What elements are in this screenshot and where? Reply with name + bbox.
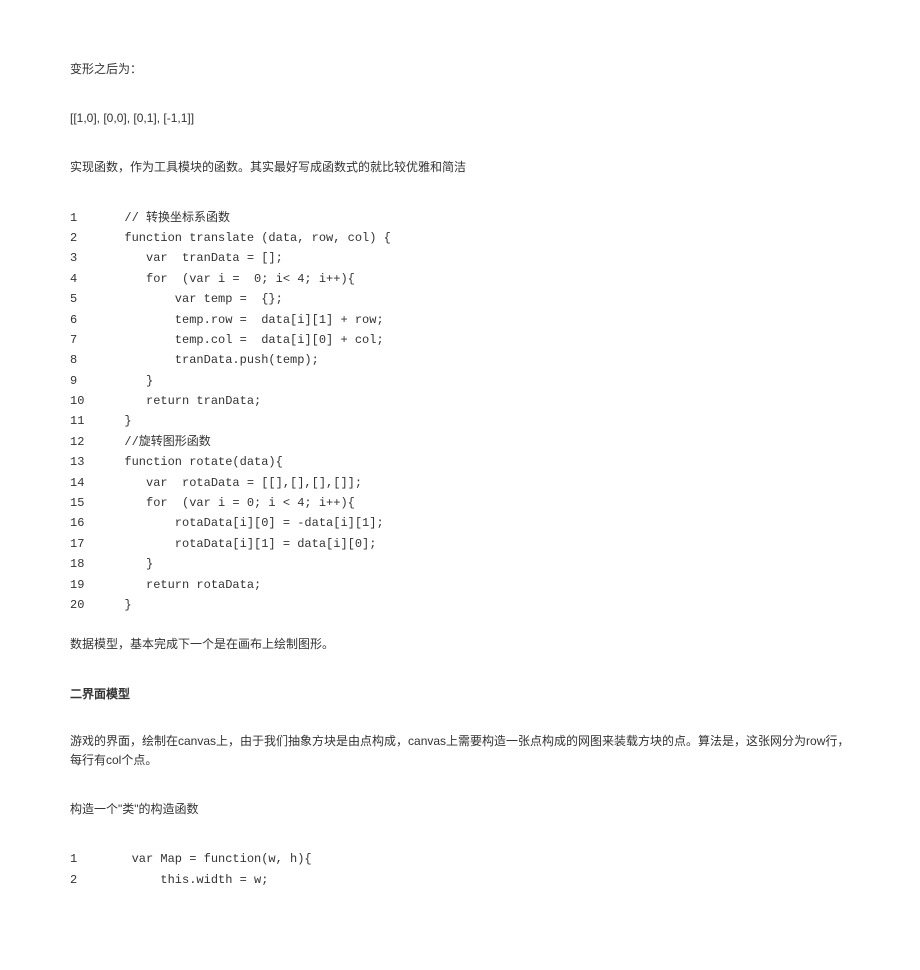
- line-number: 2: [70, 228, 110, 248]
- code-line: 19 return rotaData;: [70, 575, 850, 595]
- code-line: 8 tranData.push(temp);: [70, 350, 850, 370]
- code-line: 9 }: [70, 371, 850, 391]
- code-content: var Map = function(w, h){: [110, 849, 312, 869]
- code-line: 15 for (var i = 0; i < 4; i++){: [70, 493, 850, 513]
- code-content: tranData.push(temp);: [110, 350, 319, 370]
- line-number: 20: [70, 595, 110, 615]
- code-content: }: [110, 554, 153, 574]
- line-number: 12: [70, 432, 110, 452]
- code-content: function rotate(data){: [110, 452, 283, 472]
- code-line: 1 // 转换坐标系函数: [70, 208, 850, 228]
- code-content: //旋转图形函数: [110, 432, 211, 452]
- line-number: 2: [70, 870, 110, 890]
- line-number: 16: [70, 513, 110, 533]
- line-number: 10: [70, 391, 110, 411]
- line-number: 18: [70, 554, 110, 574]
- code-content: }: [110, 595, 132, 615]
- line-number: 3: [70, 248, 110, 268]
- code-content: for (var i = 0; i < 4; i++){: [110, 493, 355, 513]
- code-line: 18 }: [70, 554, 850, 574]
- code-line: 17 rotaData[i][1] = data[i][0];: [70, 534, 850, 554]
- line-number: 1: [70, 849, 110, 869]
- code-block-map: 1 var Map = function(w, h){2 this.width …: [70, 849, 850, 890]
- code-line: 1 var Map = function(w, h){: [70, 849, 850, 869]
- line-number: 13: [70, 452, 110, 472]
- code-line: 16 rotaData[i][0] = -data[i][1];: [70, 513, 850, 533]
- paragraph-array-value: [[1,0], [0,0], [0,1], [-1,1]]: [70, 109, 850, 128]
- code-content: for (var i = 0; i< 4; i++){: [110, 269, 355, 289]
- code-content: temp.col = data[i][0] + col;: [110, 330, 384, 350]
- code-line: 4 for (var i = 0; i< 4; i++){: [70, 269, 850, 289]
- line-number: 19: [70, 575, 110, 595]
- line-number: 1: [70, 208, 110, 228]
- code-line: 2 this.width = w;: [70, 870, 850, 890]
- line-number: 15: [70, 493, 110, 513]
- code-line: 7 temp.col = data[i][0] + col;: [70, 330, 850, 350]
- code-content: rotaData[i][0] = -data[i][1];: [110, 513, 384, 533]
- code-line: 2 function translate (data, row, col) {: [70, 228, 850, 248]
- paragraph-transform-after: 变形之后为：: [70, 60, 850, 79]
- line-number: 17: [70, 534, 110, 554]
- code-line: 3 var tranData = [];: [70, 248, 850, 268]
- code-line: 10 return tranData;: [70, 391, 850, 411]
- line-number: 4: [70, 269, 110, 289]
- code-line: 14 var rotaData = [[],[],[],[]];: [70, 473, 850, 493]
- code-content: var rotaData = [[],[],[],[]];: [110, 473, 362, 493]
- code-line: 11 }: [70, 411, 850, 431]
- code-content: return tranData;: [110, 391, 261, 411]
- paragraph-class-constructor: 构造一个"类"的构造函数: [70, 800, 850, 819]
- line-number: 11: [70, 411, 110, 431]
- code-content: return rotaData;: [110, 575, 261, 595]
- code-content: }: [110, 371, 153, 391]
- line-number: 6: [70, 310, 110, 330]
- line-number: 9: [70, 371, 110, 391]
- code-content: }: [110, 411, 132, 431]
- line-number: 5: [70, 289, 110, 309]
- line-number: 7: [70, 330, 110, 350]
- code-block-translate-rotate: 1 // 转换坐标系函数2 function translate (data, …: [70, 208, 850, 616]
- code-content: var temp = {};: [110, 289, 283, 309]
- code-content: var tranData = [];: [110, 248, 283, 268]
- paragraph-function-desc: 实现函数，作为工具模块的函数。其实最好写成函数式的就比较优雅和简洁: [70, 158, 850, 177]
- paragraph-canvas-desc: 游戏的界面，绘制在canvas上，由于我们抽象方块是由点构成，canvas上需要…: [70, 732, 850, 770]
- code-content: temp.row = data[i][1] + row;: [110, 310, 384, 330]
- code-line: 13 function rotate(data){: [70, 452, 850, 472]
- code-line: 12 //旋转图形函数: [70, 432, 850, 452]
- line-number: 8: [70, 350, 110, 370]
- code-line: 6 temp.row = data[i][1] + row;: [70, 310, 850, 330]
- code-content: this.width = w;: [110, 870, 268, 890]
- line-number: 14: [70, 473, 110, 493]
- section-title-interface: 二界面模型: [70, 685, 850, 702]
- code-content: rotaData[i][1] = data[i][0];: [110, 534, 376, 554]
- code-line: 20 }: [70, 595, 850, 615]
- code-content: // 转换坐标系函数: [110, 208, 230, 228]
- code-content: function translate (data, row, col) {: [110, 228, 391, 248]
- paragraph-data-model: 数据模型，基本完成下一个是在画布上绘制图形。: [70, 635, 850, 654]
- code-line: 5 var temp = {};: [70, 289, 850, 309]
